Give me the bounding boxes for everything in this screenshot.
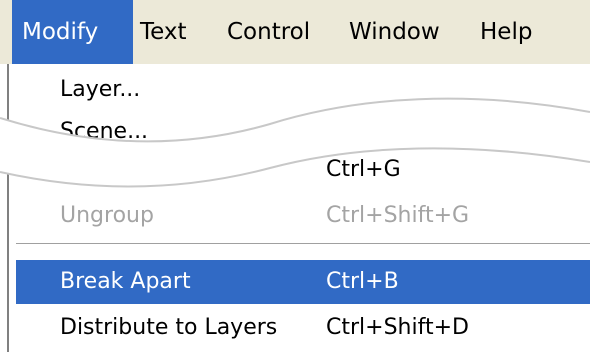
menu-modify[interactable]: Modify [12,0,133,64]
menu-item-label: Break Apart [60,269,191,294]
menu-help-label: Help [480,19,533,45]
menu-item-label: Ungroup [60,203,154,228]
menu-item-label: Scene... [60,119,149,144]
menu-text-label: Text [140,19,187,45]
menu-item-shortcut: Ctrl+G [326,157,401,182]
menu-text[interactable]: Text [140,0,187,64]
menu-modify-label: Modify [22,19,99,45]
menu-bar: Modify Text Control Window Help [0,0,590,64]
menu-item-distribute-to-layers[interactable]: Distribute to Layers Ctrl+Shift+D [16,306,590,350]
menu-window-label: Window [349,19,440,45]
modify-dropdown: Layer... Scene... Ctrl+G Ungroup Ctrl+Sh… [0,64,590,352]
dropdown-border [7,64,9,352]
menu-item-ungroup[interactable]: Ungroup Ctrl+Shift+G [16,194,590,238]
menu-item-label: Distribute to Layers [60,315,278,340]
menu-item-shortcut: Ctrl+Shift+G [326,203,470,228]
menu-item-break-apart[interactable]: Break Apart Ctrl+B [16,260,590,304]
menu-item-shortcut: Ctrl+B [326,269,399,294]
menu-control[interactable]: Control [227,0,310,64]
menu-item-layer[interactable]: Layer... [16,68,590,112]
menu-item-group[interactable]: Ctrl+G [16,148,590,192]
menu-item-scene[interactable]: Scene... [16,110,590,146]
menu-window[interactable]: Window [349,0,440,64]
menu-item-shortcut: Ctrl+Shift+D [326,315,469,340]
menu-separator [16,243,590,247]
menu-item-label: Layer... [60,77,141,102]
menu-control-label: Control [227,19,311,45]
menu-help[interactable]: Help [480,0,532,64]
